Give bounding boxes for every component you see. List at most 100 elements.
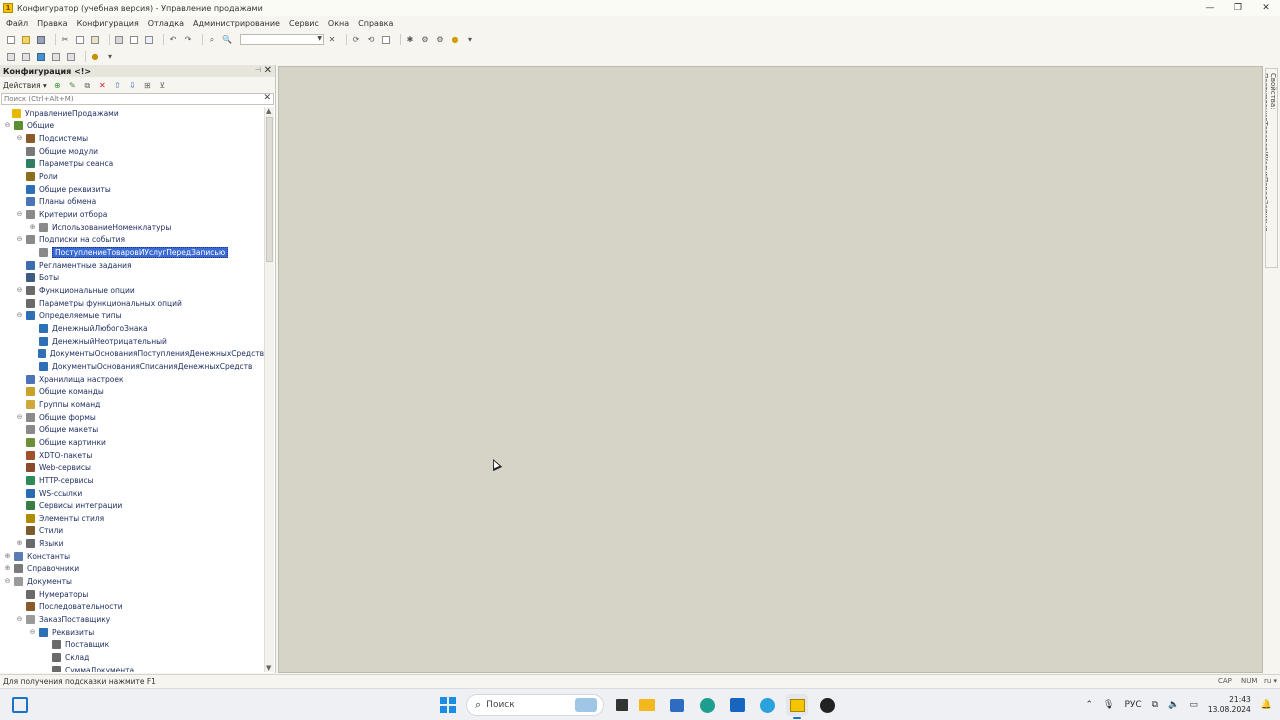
tree-node[interactable]: WS-ссылки	[0, 487, 264, 500]
add-icon[interactable]: ⊕	[53, 81, 62, 90]
paste-icon[interactable]	[90, 35, 100, 45]
edge-browser-icon[interactable]	[696, 694, 718, 716]
menu-windows[interactable]: Окна	[328, 19, 349, 28]
tree-node[interactable]: Общие картинки	[0, 436, 264, 449]
tree-node-selected[interactable]: ПоступлениеТоваровИУслугПередЗаписью	[0, 246, 264, 259]
open-config-icon[interactable]	[6, 52, 16, 62]
toolbar-search-field[interactable]: ▼	[240, 34, 324, 45]
update-db-icon[interactable]	[36, 52, 46, 62]
tree-node[interactable]: Поставщик	[0, 639, 264, 652]
close-window-button[interactable]: ✕	[1252, 0, 1280, 16]
tree-node[interactable]: ⊖ Общие	[0, 120, 264, 133]
redo-icon[interactable]: ↷	[183, 35, 193, 45]
tree-node[interactable]: ДокументыОснованияПоступленияДенежныхСре…	[0, 347, 264, 360]
print-icon[interactable]	[114, 35, 124, 45]
scroll-up-icon[interactable]: ▲	[266, 107, 271, 115]
tray-overflow-icon[interactable]: ⌃	[1085, 700, 1093, 710]
tree-node[interactable]: ⊖ Документы	[0, 575, 264, 588]
tree-node[interactable]: УправлениеПродажами	[0, 107, 264, 120]
search-in-text-icon[interactable]: ⌕	[207, 35, 217, 45]
maximize-button[interactable]: ❐	[1224, 0, 1252, 16]
scroll-down-icon[interactable]: ▼	[266, 664, 271, 672]
keyboard-language[interactable]: РУС	[1124, 700, 1141, 710]
battery-icon[interactable]: ▭	[1189, 700, 1198, 710]
tree-node[interactable]: Общие команды	[0, 385, 264, 398]
widgets-icon[interactable]	[12, 697, 28, 713]
tree-node[interactable]: Общие модули	[0, 145, 264, 158]
repository-icon[interactable]	[66, 52, 76, 62]
file-explorer-icon[interactable]	[636, 694, 658, 716]
menu-debug[interactable]: Отладка	[148, 19, 184, 28]
debug-run-icon[interactable]: ⚙	[435, 35, 445, 45]
media-app-icon[interactable]	[816, 694, 838, 716]
minimize-button[interactable]: —	[1196, 0, 1224, 16]
tree-node[interactable]: ⊕ ИспользованиеНоменклатуры	[0, 221, 264, 234]
tree-node[interactable]: ⊖ Общие формы	[0, 411, 264, 424]
actions-menu[interactable]: Действия ▾	[3, 81, 47, 90]
open-folder-icon[interactable]	[21, 35, 31, 45]
telegram-icon[interactable]	[756, 694, 778, 716]
print-preview-icon[interactable]	[129, 35, 139, 45]
volume-icon[interactable]: 🔈	[1168, 700, 1179, 710]
menu-edit[interactable]: Правка	[37, 19, 67, 28]
expand-icon[interactable]: ⊕	[4, 565, 11, 572]
tree-node[interactable]: Сервисы интеграции	[0, 499, 264, 512]
collapse-icon[interactable]: ⊖	[4, 122, 11, 129]
1c-configurator-icon[interactable]	[786, 694, 808, 719]
support-icon[interactable]	[51, 52, 61, 62]
properties-tab[interactable]: Свойства: ПоступлениеТоваровИУслугПередЗ…	[1265, 68, 1278, 268]
collapse-icon[interactable]: ⊖	[16, 135, 23, 142]
find-previous-icon[interactable]: ⟲	[366, 35, 376, 45]
collapse-icon[interactable]: ⊖	[16, 312, 23, 319]
menu-file[interactable]: Файл	[6, 19, 28, 28]
start-debug-icon[interactable]: ●	[90, 52, 100, 62]
tree-node[interactable]: Web-сервисы	[0, 461, 264, 474]
tree-node[interactable]: ⊕ Справочники	[0, 563, 264, 576]
collapse-icon[interactable]: ⊖	[16, 616, 23, 623]
tree-search-input[interactable]	[2, 94, 252, 104]
collapse-icon[interactable]: ⊖	[16, 413, 23, 421]
breakpoint-icon[interactable]: ✱	[405, 35, 415, 45]
debug-step-icon[interactable]: ⚙	[420, 35, 430, 45]
copy-object-icon[interactable]: ⧉	[83, 81, 92, 90]
tree-node[interactable]: ⊖ Определяемые типы	[0, 310, 264, 323]
store-icon[interactable]	[666, 694, 688, 716]
zoom-icon[interactable]: 🔍	[222, 35, 232, 45]
tree-node[interactable]: Боты	[0, 272, 264, 285]
tree-node[interactable]: ⊖ ЗаказПоставщику	[0, 613, 264, 626]
find-icon[interactable]	[144, 35, 154, 45]
toolbar-more-icon[interactable]: ▾	[465, 35, 475, 45]
tree-node[interactable]: Общие реквизиты	[0, 183, 264, 196]
clear-search-icon[interactable]: ✕	[263, 93, 271, 103]
tree-scrollbar[interactable]: ▲ ▼	[264, 107, 274, 672]
task-view-icon[interactable]	[616, 699, 628, 711]
tree-node[interactable]: ДенежныйНеотрицательный	[0, 335, 264, 348]
close-panel-icon[interactable]: ✕	[264, 65, 272, 76]
collapse-icon[interactable]: ⊖	[16, 287, 23, 294]
clear-search-icon[interactable]: ✕	[327, 35, 337, 45]
tree-node[interactable]: Общие макеты	[0, 423, 264, 436]
collapse-icon[interactable]: ⊖	[16, 211, 23, 218]
tree-node[interactable]: ⊖ Подписки на события	[0, 234, 264, 247]
tree-node[interactable]: HTTP-сервисы	[0, 474, 264, 487]
undo-icon[interactable]: ↶	[168, 35, 178, 45]
sort-icon[interactable]: ⊞	[143, 81, 152, 90]
toolbar-more-icon[interactable]: ▾	[105, 52, 115, 62]
tree-node[interactable]: СуммаДокумента	[0, 664, 264, 672]
tree-node[interactable]: Стили	[0, 525, 264, 538]
start-icon[interactable]	[440, 697, 456, 713]
tree-node[interactable]: ДокументыОснованияСписанияДенежныхСредст…	[0, 360, 264, 373]
tree-node[interactable]: Регламентные задания	[0, 259, 264, 272]
tree-node[interactable]: ⊖ Реквизиты	[0, 626, 264, 639]
tree-node[interactable]: Последовательности	[0, 601, 264, 614]
menu-help[interactable]: Справка	[358, 19, 393, 28]
notifications-icon[interactable]: 🔔	[1261, 700, 1272, 710]
collapse-icon[interactable]: ⊖	[29, 628, 36, 636]
filter-icon[interactable]: ⊻	[158, 81, 167, 90]
scroll-thumb[interactable]	[266, 117, 273, 262]
menu-service[interactable]: Сервис	[289, 19, 319, 28]
tree-node[interactable]: Параметры функциональных опций	[0, 297, 264, 310]
outlook-icon[interactable]	[726, 694, 748, 716]
info-icon[interactable]: ●	[450, 35, 460, 45]
tree-node[interactable]: Склад	[0, 651, 264, 664]
